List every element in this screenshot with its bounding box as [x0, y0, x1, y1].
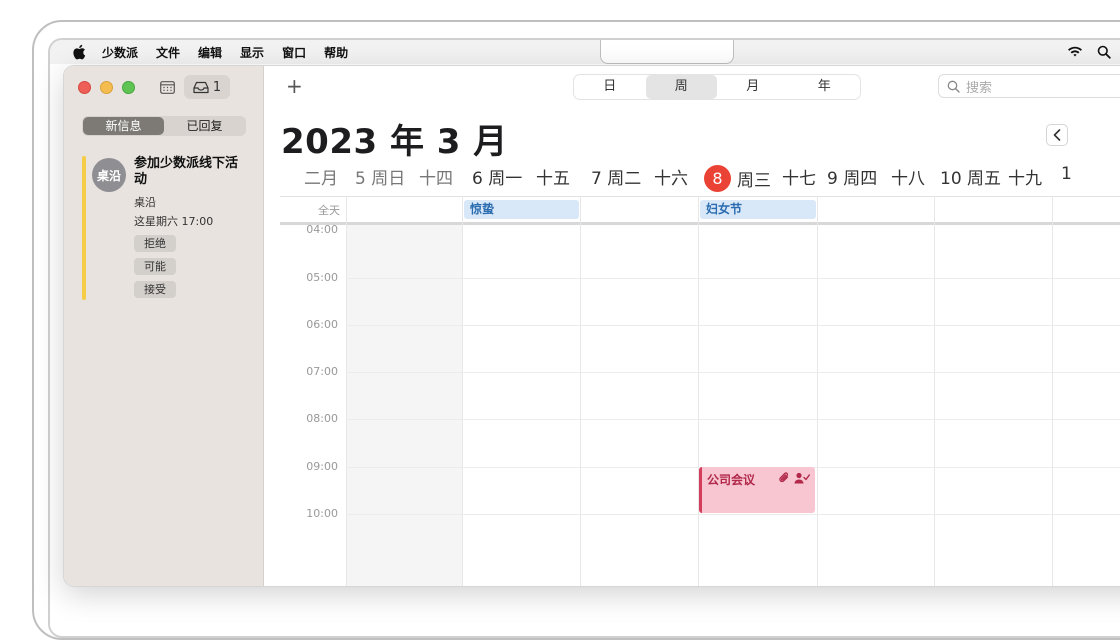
maybe-button[interactable]: 可能 — [134, 258, 176, 275]
day-header-mon[interactable]: 6 周一 — [472, 164, 522, 189]
hour-label: 09:00 — [306, 460, 338, 473]
inbox-sidebar: 1 新信息 已回复 桌沿 参加少数派线下活动 桌沿 这星期六 17:00 拒绝 … — [64, 66, 264, 586]
all-day-divider — [280, 222, 1120, 225]
menu-edit[interactable]: 编辑 — [198, 44, 222, 61]
invitation-organizer: 桌沿 — [134, 196, 156, 209]
day-header-wed[interactable]: 8 周三 — [704, 165, 771, 192]
hour-line — [346, 278, 1120, 279]
view-month-button[interactable]: 月 — [717, 75, 789, 99]
view-year-button[interactable]: 年 — [789, 75, 861, 99]
add-event-button[interactable]: + — [286, 75, 303, 97]
inbox-button[interactable]: 1 — [184, 75, 230, 99]
calendar-main: + 日 周 月 年 搜索 2023 年 3 月 二月 5 周日 十四 6 周一 … — [264, 66, 1120, 586]
apple-logo-icon[interactable] — [72, 44, 86, 60]
all-day-event-womens-day[interactable]: 妇女节 — [700, 200, 816, 219]
event-title: 公司会议 — [707, 473, 756, 487]
invitee-accepted-icon — [794, 472, 810, 483]
menu-view[interactable]: 显示 — [240, 44, 264, 61]
lunar-date-fri: 十九 — [1008, 169, 1042, 189]
calendar-color-bar — [82, 156, 86, 300]
all-day-event-jingzhe[interactable]: 惊蛰 — [464, 200, 579, 219]
column-divider — [462, 196, 463, 586]
tab-replied[interactable]: 已回复 — [164, 117, 245, 135]
hour-label: 08:00 — [306, 412, 338, 425]
lunar-date-mon: 十五 — [536, 169, 570, 189]
hour-label: 04:00 — [306, 223, 338, 236]
menu-bar-status — [1067, 40, 1120, 64]
day-header-thu[interactable]: 9 周四 — [827, 164, 877, 189]
day-header-fri[interactable]: 10 周五 — [940, 164, 1001, 189]
week-grid: 全天 惊蛰 妇女节 04:00 05:00 06:00 07:00 08:00 … — [280, 196, 1120, 586]
camera-notch — [600, 40, 734, 64]
view-day-button[interactable]: 日 — [574, 75, 646, 99]
all-day-label: 全天 — [318, 204, 340, 217]
menu-app-name[interactable]: 少数派 — [102, 44, 138, 61]
inbox-count: 1 — [212, 79, 222, 95]
invitation-title: 参加少数派线下活动 — [134, 156, 239, 187]
hour-line — [346, 325, 1120, 326]
lunar-date-tue: 十六 — [654, 169, 688, 189]
column-divider — [817, 196, 818, 586]
lunar-date-thu: 十八 — [891, 169, 925, 189]
column-divider — [1052, 196, 1053, 586]
search-placeholder: 搜索 — [966, 80, 993, 96]
column-divider — [346, 196, 347, 586]
event-company-meeting[interactable]: 公司会议 — [699, 467, 815, 513]
view-week-button[interactable]: 周 — [645, 75, 717, 99]
calendar-window: 1 新信息 已回复 桌沿 参加少数派线下活动 桌沿 这星期六 17:00 拒绝 … — [64, 66, 1120, 586]
previous-week-button[interactable] — [1046, 124, 1068, 146]
column-divider — [934, 196, 935, 586]
weekend-column-shading — [346, 225, 462, 586]
day-header-tue[interactable]: 7 周二 — [591, 164, 641, 189]
zoom-window-button[interactable] — [122, 81, 135, 94]
menu-help[interactable]: 帮助 — [324, 44, 348, 61]
inbox-tray-icon — [193, 81, 209, 93]
search-icon — [947, 80, 960, 93]
avatar: 桌沿 — [92, 158, 126, 192]
wifi-icon[interactable] — [1067, 46, 1083, 58]
menu-file[interactable]: 文件 — [156, 44, 180, 61]
menu-bar: 少数派 文件 编辑 显示 窗口 帮助 — [50, 40, 1120, 64]
month-title: 2023 年 3 月 — [281, 122, 508, 162]
day-header-sun[interactable]: 5 周日 — [355, 164, 405, 189]
hour-line — [346, 372, 1120, 373]
calendar-icon — [159, 80, 175, 94]
hour-label: 06:00 — [306, 318, 338, 331]
calendars-list-button[interactable] — [156, 76, 178, 98]
chevron-left-icon — [1053, 129, 1061, 141]
day-header-sat[interactable]: 1 — [1061, 164, 1072, 184]
day-header-wed-label: 周三 — [737, 171, 771, 191]
all-day-row: 全天 惊蛰 妇女节 — [280, 196, 1120, 222]
menu-window[interactable]: 窗口 — [282, 44, 306, 61]
window-controls — [78, 81, 135, 94]
today-badge: 8 — [704, 165, 731, 192]
inbox-tabs: 新信息 已回复 — [82, 116, 246, 136]
decline-button[interactable]: 拒绝 — [134, 235, 176, 252]
hour-label: 07:00 — [306, 365, 338, 378]
event-icons — [778, 471, 810, 484]
invitation-card[interactable]: 桌沿 参加少数派线下活动 桌沿 这星期六 17:00 拒绝 可能 接受 — [82, 156, 250, 302]
hour-line — [346, 419, 1120, 420]
paperclip-icon — [779, 472, 789, 483]
invitation-time: 这星期六 17:00 — [134, 215, 214, 228]
hour-label: 05:00 — [306, 271, 338, 284]
search-field[interactable]: 搜索 — [938, 74, 1120, 98]
close-window-button[interactable] — [78, 81, 91, 94]
prev-month-label: 二月 — [304, 169, 338, 189]
column-divider — [580, 196, 581, 586]
spotlight-search-icon[interactable] — [1097, 45, 1111, 59]
view-switcher: 日 周 月 年 — [574, 75, 860, 99]
accept-button[interactable]: 接受 — [134, 281, 176, 298]
hour-label: 10:00 — [306, 507, 338, 520]
lunar-date-wed: 十七 — [782, 169, 816, 189]
minimize-window-button[interactable] — [100, 81, 113, 94]
tab-new[interactable]: 新信息 — [83, 117, 164, 135]
column-divider — [698, 196, 699, 586]
lunar-date-sun: 十四 — [419, 169, 453, 189]
hour-line — [346, 514, 1120, 515]
